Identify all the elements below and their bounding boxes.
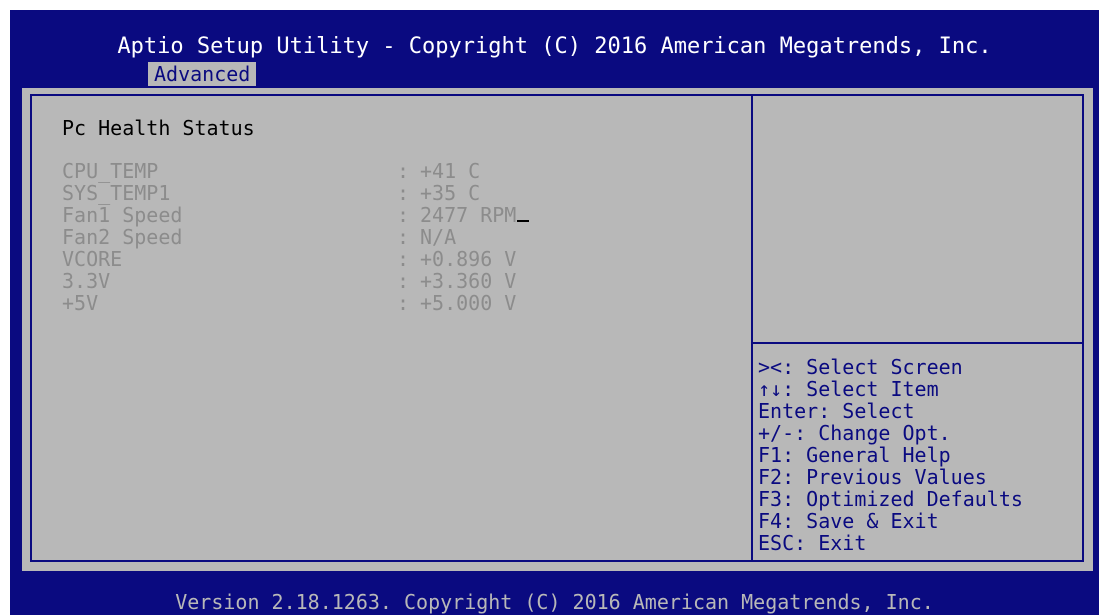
header-title: Aptio Setup Utility - Copyright (C) 2016… (117, 34, 992, 59)
row-separator: : (397, 291, 410, 315)
health-status-list: CPU_TEMP : +41 C SYS_TEMP1 : +35 C Fan1 … (62, 160, 530, 314)
help-change-opt: +/-: Change Opt. (758, 421, 951, 445)
help-esc-exit: ESC: Exit (758, 531, 867, 555)
row-value: 2477 RPM (420, 203, 517, 227)
bios-screen: Aptio Setup Utility - Copyright (C) 2016… (10, 10, 1099, 615)
row-value: +5.000 V (420, 291, 517, 315)
row-value: +41 C (420, 159, 481, 183)
row-cpu-temp: CPU_TEMP : +41 C (62, 160, 480, 182)
footer-version: Version 2.18.1263. Copyright (C) 2016 Am… (175, 590, 934, 614)
row-label: CPU_TEMP (62, 159, 159, 183)
tab-advanced[interactable]: Advanced (148, 62, 257, 86)
row-label: Fan1 Speed (62, 203, 183, 227)
row-value: +0.896 V (420, 247, 517, 271)
row-value-with-cursor: 2477 RPM (420, 203, 530, 227)
row-label: SYS_TEMP1 (62, 181, 171, 205)
row-separator: : (397, 159, 410, 183)
row-label: 3.3V (62, 269, 111, 293)
row-separator: : (397, 269, 410, 293)
row-label: +5V (62, 291, 99, 315)
section-title: Pc Health Status (62, 116, 255, 140)
key-help-list: ><: Select Screen ↑↓: Select Item Enter:… (758, 356, 1023, 554)
help-previous-values: F2: Previous Values (758, 465, 987, 489)
row-separator: : (397, 225, 410, 249)
help-enter-select: Enter: Select (758, 399, 915, 423)
row-label: VCORE (62, 247, 123, 271)
help-optimized-defaults: F3: Optimized Defaults (758, 487, 1023, 511)
row-vcore: VCORE : +0.896 V (62, 248, 516, 270)
row-5v: +5V : +5.000 V (62, 292, 516, 314)
row-label: Fan2 Speed (62, 225, 183, 249)
row-sys-temp1: SYS_TEMP1 : +35 C (62, 182, 480, 204)
help-save-exit: F4: Save & Exit (758, 509, 939, 533)
row-fan1-speed: Fan1 Speed : 2477 RPM (62, 204, 530, 226)
text-cursor (517, 220, 530, 222)
row-value: +35 C (420, 181, 481, 205)
main-panel: Pc Health Status CPU_TEMP : +41 C SYS_TE… (22, 88, 1093, 571)
row-value: +3.360 V (420, 269, 517, 293)
row-fan2-speed: Fan2 Speed : N/A (62, 226, 456, 248)
help-select-screen: ><: Select Screen (758, 355, 963, 379)
row-separator: : (397, 247, 410, 271)
row-separator: : (397, 203, 410, 227)
help-divider (753, 342, 1084, 344)
row-separator: : (397, 181, 410, 205)
vertical-divider (751, 94, 753, 562)
help-select-item: ↑↓: Select Item (758, 377, 939, 401)
help-general-help: F1: General Help (758, 443, 951, 467)
row-3v3: 3.3V : +3.360 V (62, 270, 516, 292)
row-value: N/A (420, 225, 457, 249)
